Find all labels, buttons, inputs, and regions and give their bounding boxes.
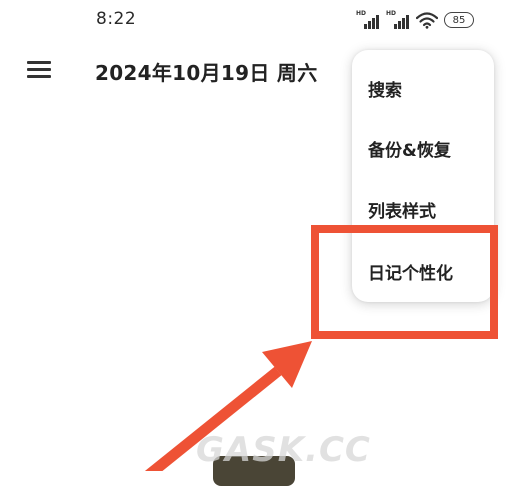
- signal-icon-1: HD: [356, 10, 380, 29]
- watermark: GASK.CC: [196, 430, 371, 470]
- signal-hd-label: HD: [386, 10, 397, 17]
- page-title: 2024年10月19日 周六: [95, 61, 318, 85]
- status-time: 8:22: [96, 9, 137, 29]
- battery-icon: 85: [444, 12, 474, 28]
- hamburger-menu-icon[interactable]: [27, 59, 53, 81]
- signal-icon-2: HD: [386, 10, 410, 29]
- wifi-icon: [416, 11, 438, 29]
- status-icons: HD HD 85: [356, 10, 474, 29]
- menu-item-backup-restore[interactable]: 备份&恢复: [368, 136, 451, 161]
- battery-level: 85: [452, 14, 466, 26]
- menu-item-search[interactable]: 搜索: [368, 76, 402, 101]
- signal-hd-label: HD: [356, 10, 367, 17]
- annotation-highlight-box: [311, 225, 498, 339]
- menu-item-list-style[interactable]: 列表样式: [368, 197, 436, 222]
